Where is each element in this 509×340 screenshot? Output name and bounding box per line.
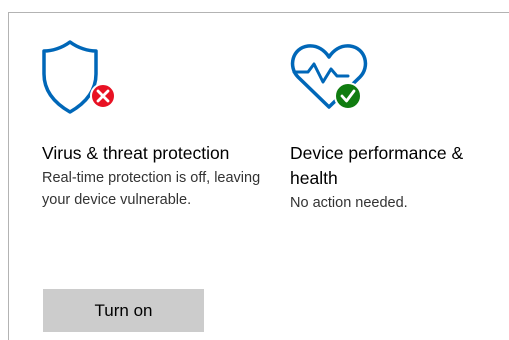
tile-virus-threat-protection[interactable]: Virus & threat protection Real-time prot… [42,40,262,211]
turn-on-button[interactable]: Turn on [43,289,204,332]
panel-border-top [8,12,509,13]
tile-status-text: No action needed. [290,195,408,211]
tile-title: Device performance & health [290,143,464,188]
panel-border-left [8,12,9,340]
heart-check-icon [290,40,370,115]
tile-status-text: Real-time protection is off, leaving you… [42,170,261,208]
shield-error-icon [42,40,122,115]
tile-device-performance-health[interactable]: Device performance & health No action ne… [290,40,500,214]
security-at-a-glance-panel: Virus & threat protection Real-time prot… [0,0,509,340]
tile-title: Virus & threat protection [42,143,230,163]
